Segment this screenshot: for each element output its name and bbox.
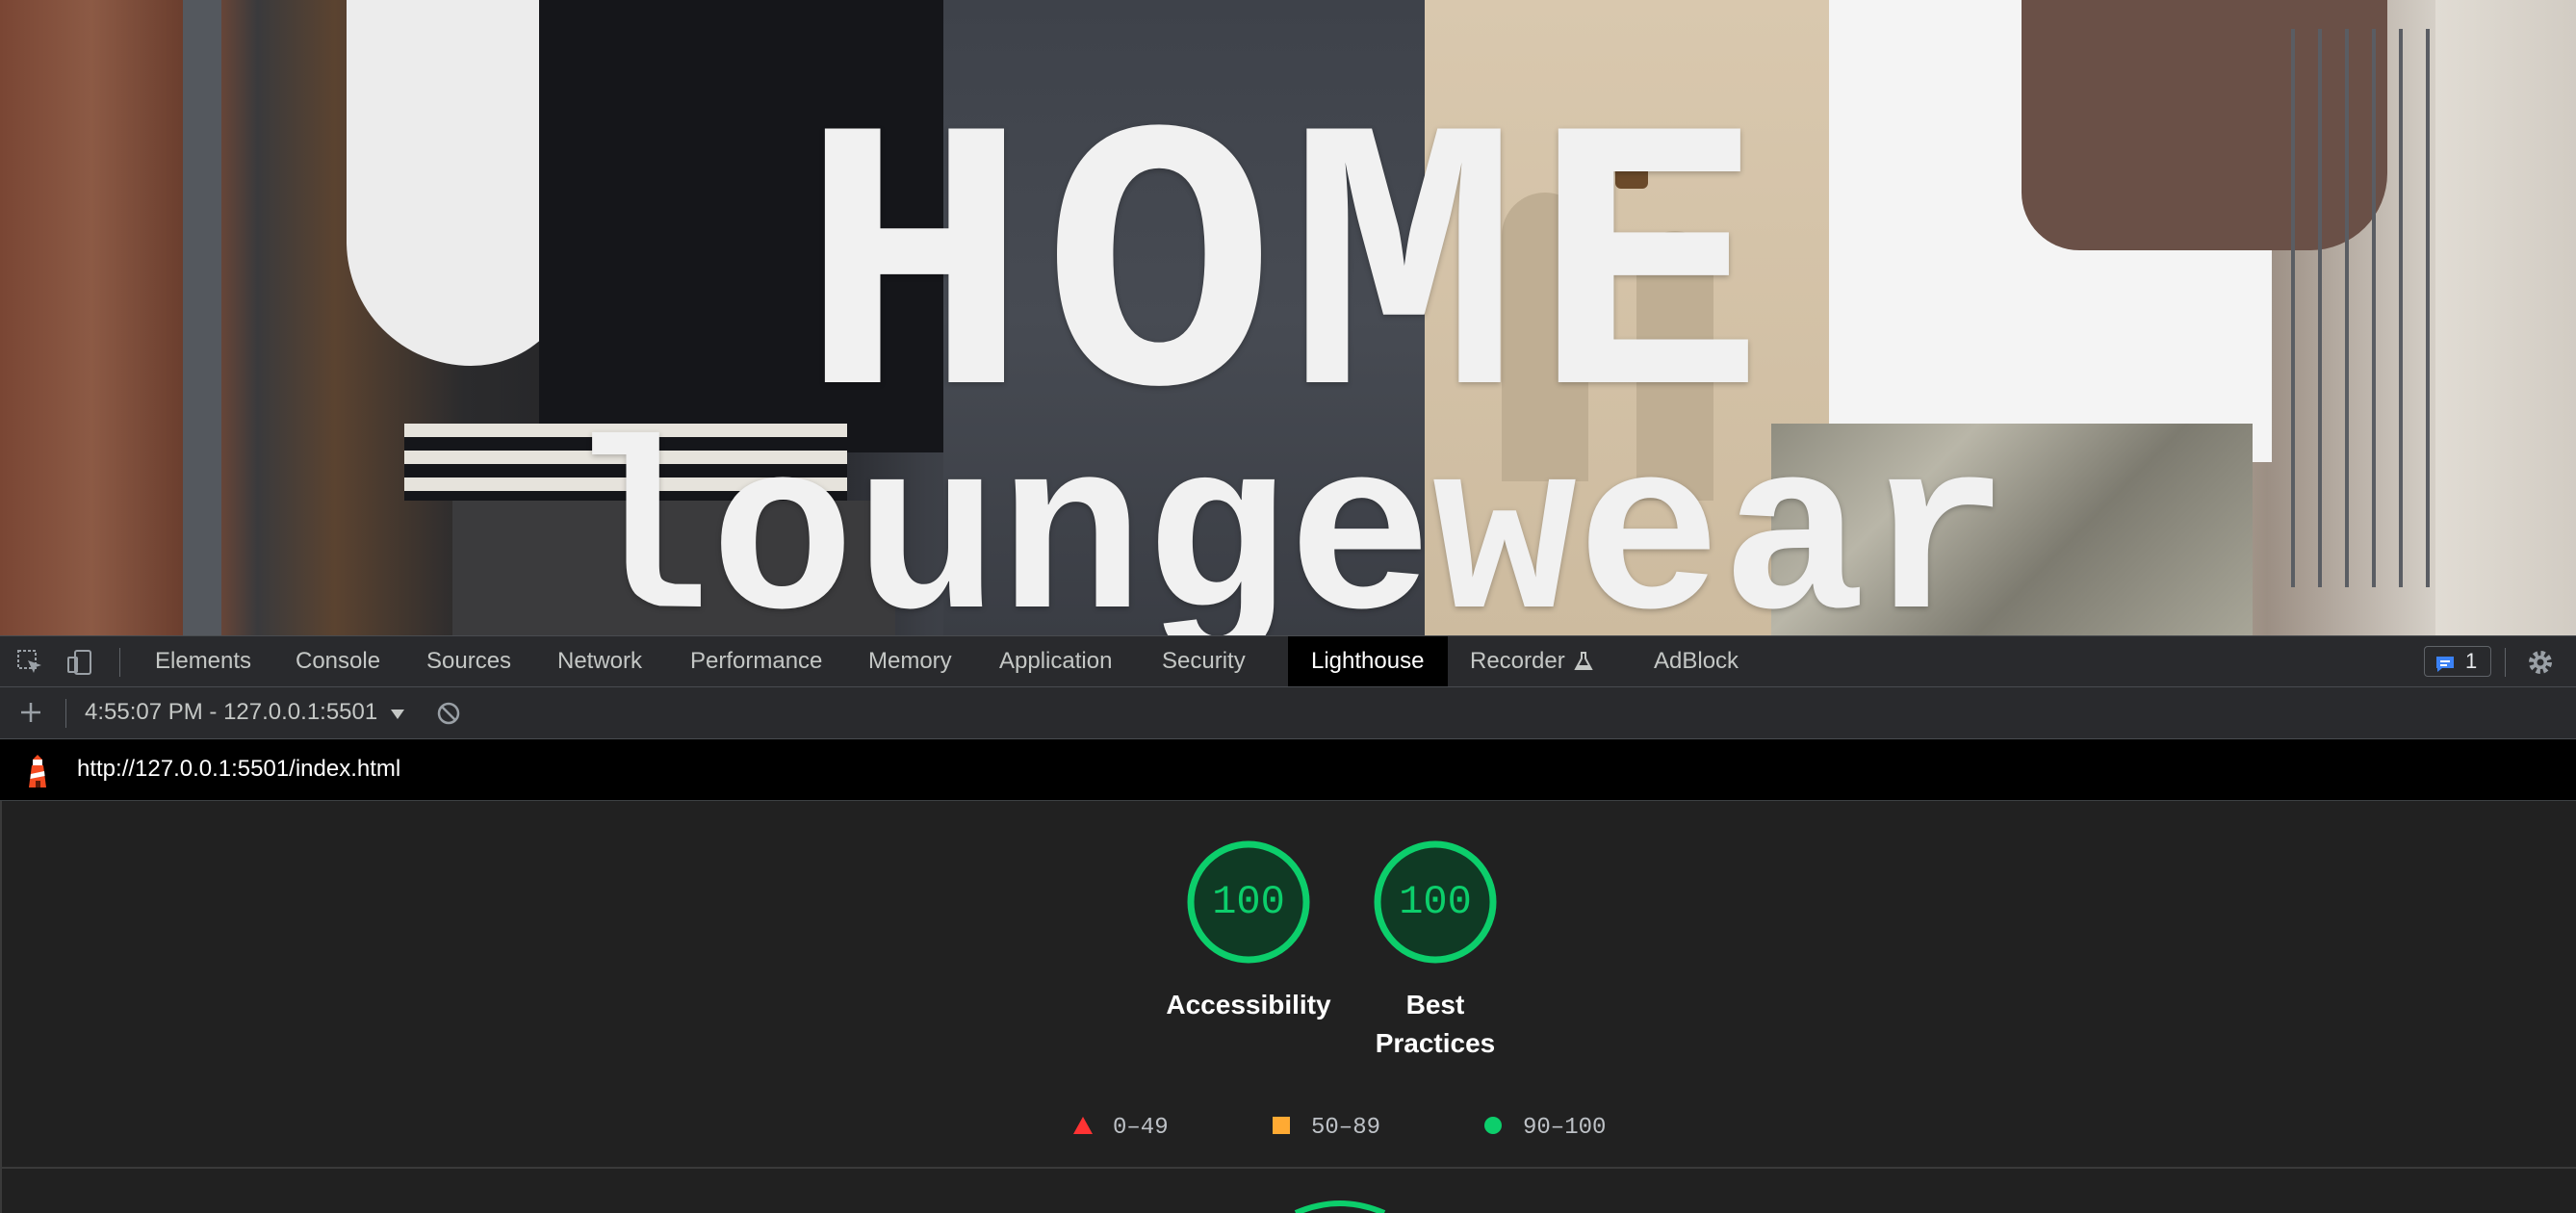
best-practices-label: Best Practices bbox=[1310, 986, 1560, 1063]
tab-recorder[interactable]: Recorder bbox=[1447, 636, 1588, 686]
legend-fail: 0–49 bbox=[1072, 1111, 1169, 1146]
tab-memory[interactable]: Memory bbox=[845, 636, 975, 686]
legend-range: 0–49 bbox=[1113, 1115, 1169, 1141]
gear-icon[interactable] bbox=[2526, 648, 2555, 677]
score-ring: 100 bbox=[1374, 840, 1497, 964]
block-icon[interactable] bbox=[435, 700, 462, 727]
lighthouse-toolbar: 4:55:07 PM - 127.0.0.1:5501 bbox=[0, 687, 2576, 739]
tab-lighthouse[interactable]: Lighthouse bbox=[1288, 636, 1448, 686]
tab-application[interactable]: Application bbox=[976, 636, 1135, 686]
toolbar-divider bbox=[2505, 648, 2506, 677]
flask-icon bbox=[1573, 651, 1594, 672]
gauge-label-line: Practices bbox=[1375, 1028, 1496, 1058]
next-section-gauge bbox=[1294, 1200, 1386, 1213]
inspect-element-icon[interactable] bbox=[15, 648, 44, 677]
section-divider bbox=[2, 1167, 2576, 1169]
device-toolbar-icon[interactable] bbox=[65, 648, 94, 677]
toolbar-divider bbox=[119, 648, 120, 677]
plus-icon[interactable] bbox=[17, 699, 44, 726]
square-icon bbox=[1273, 1117, 1290, 1134]
tab-performance[interactable]: Performance bbox=[667, 636, 845, 686]
accessibility-gauge[interactable]: 100 bbox=[1186, 839, 1311, 965]
best-practices-score: 100 bbox=[1399, 879, 1472, 925]
legend-average: 50–89 bbox=[1271, 1111, 1380, 1146]
lighthouse-report: 100 Accessibility 100 Best Practices 0–4… bbox=[0, 801, 2576, 1213]
report-url[interactable]: http://127.0.0.1:5501/index.html bbox=[77, 739, 400, 799]
tab-adblock[interactable]: AdBlock bbox=[1631, 636, 1762, 686]
page-preview: HOME loungewear bbox=[0, 0, 2576, 635]
report-selector[interactable]: 4:55:07 PM - 127.0.0.1:5501 bbox=[85, 687, 377, 737]
legend-pass: 90–100 bbox=[1482, 1111, 1606, 1146]
accessibility-score: 100 bbox=[1212, 879, 1285, 925]
legend-range: 50–89 bbox=[1311, 1115, 1381, 1141]
legend-range: 90–100 bbox=[1523, 1115, 1607, 1141]
tab-sources[interactable]: Sources bbox=[403, 636, 534, 686]
hero-subtitle: loungewear bbox=[565, 407, 2011, 636]
tab-console[interactable]: Console bbox=[272, 636, 403, 686]
triangle-icon bbox=[1073, 1117, 1093, 1134]
tab-network[interactable]: Network bbox=[534, 636, 665, 686]
score-ring: 100 bbox=[1187, 840, 1310, 964]
toolbar-divider bbox=[65, 699, 66, 728]
caret-down-icon[interactable] bbox=[390, 708, 405, 725]
devtools-tab-bar: Elements Console Sources Network Perform… bbox=[0, 635, 2576, 687]
circle-icon bbox=[1484, 1117, 1502, 1134]
chat-icon bbox=[2434, 653, 2456, 672]
gauge-label-line: Best bbox=[1405, 990, 1465, 1019]
issues-count: 1 bbox=[2465, 649, 2478, 673]
lighthouse-icon bbox=[23, 753, 52, 789]
tab-elements[interactable]: Elements bbox=[132, 636, 274, 686]
report-url-bar: http://127.0.0.1:5501/index.html bbox=[0, 739, 2576, 801]
issues-counter-button[interactable]: 1 bbox=[2424, 646, 2491, 677]
tab-security[interactable]: Security bbox=[1139, 636, 1269, 686]
best-practices-gauge[interactable]: 100 bbox=[1373, 839, 1498, 965]
